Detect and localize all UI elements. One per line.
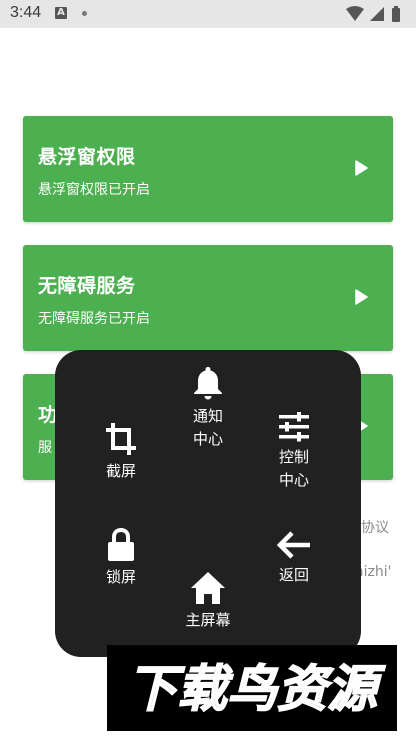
cellular-signal-icon [370, 7, 384, 21]
wifi-icon [346, 6, 364, 21]
play-arrow-icon [355, 160, 368, 176]
notification-center-label: 通知 中心 [192, 407, 223, 448]
watermark-text: 下载鸟资源 [127, 660, 386, 718]
home-icon [191, 572, 225, 604]
assistive-touch-panel: 通知 中心 截屏 控制 中心 锁屏 返回 主屏幕 [55, 350, 361, 657]
back-label: 返回 [278, 566, 309, 584]
lock-screen-button[interactable]: 锁屏 [76, 528, 166, 589]
crop-icon [106, 423, 136, 455]
status-icons [346, 5, 406, 23]
screenshot-button[interactable]: 截屏 [76, 422, 166, 483]
status-bar: 3:44 A [0, 0, 416, 28]
card-subtitle: 悬浮窗权限已开启 [38, 182, 150, 198]
agreement-link[interactable]: 协议 [361, 517, 389, 537]
control-center-label: 控制 中心 [278, 448, 309, 489]
notification-dot-icon [82, 11, 87, 16]
card-overlay-permission[interactable]: 悬浮窗权限 悬浮窗权限已开启 [23, 116, 393, 222]
home-screen-label: 主屏幕 [185, 611, 231, 629]
bell-icon [194, 367, 222, 400]
card-subtitle: 服 [38, 440, 52, 456]
status-time: 3:44 [10, 4, 42, 21]
lock-screen-label: 锁屏 [105, 568, 136, 586]
home-screen-button[interactable]: 主屏幕 [163, 571, 253, 632]
screenshot-label: 截屏 [105, 462, 136, 480]
sliders-icon [279, 412, 309, 442]
card-title: 无障碍服务 [38, 275, 136, 297]
battery-icon [392, 6, 400, 22]
card-accessibility-service[interactable]: 无障碍服务 无障碍服务已开启 [23, 245, 393, 351]
play-arrow-icon [355, 289, 368, 305]
card-title: 悬浮窗权限 [38, 146, 136, 168]
back-arrow-icon [276, 531, 310, 559]
card-subtitle: 无障碍服务已开启 [38, 311, 150, 327]
lock-icon [108, 528, 134, 561]
watermark-logo: 下载鸟资源 [107, 645, 397, 731]
control-center-button[interactable]: 控制 中心 [249, 412, 339, 492]
notification-center-button[interactable]: 通知 中心 [163, 365, 253, 451]
back-button[interactable]: 返回 [249, 530, 339, 587]
notification-a-icon: A [55, 7, 67, 19]
